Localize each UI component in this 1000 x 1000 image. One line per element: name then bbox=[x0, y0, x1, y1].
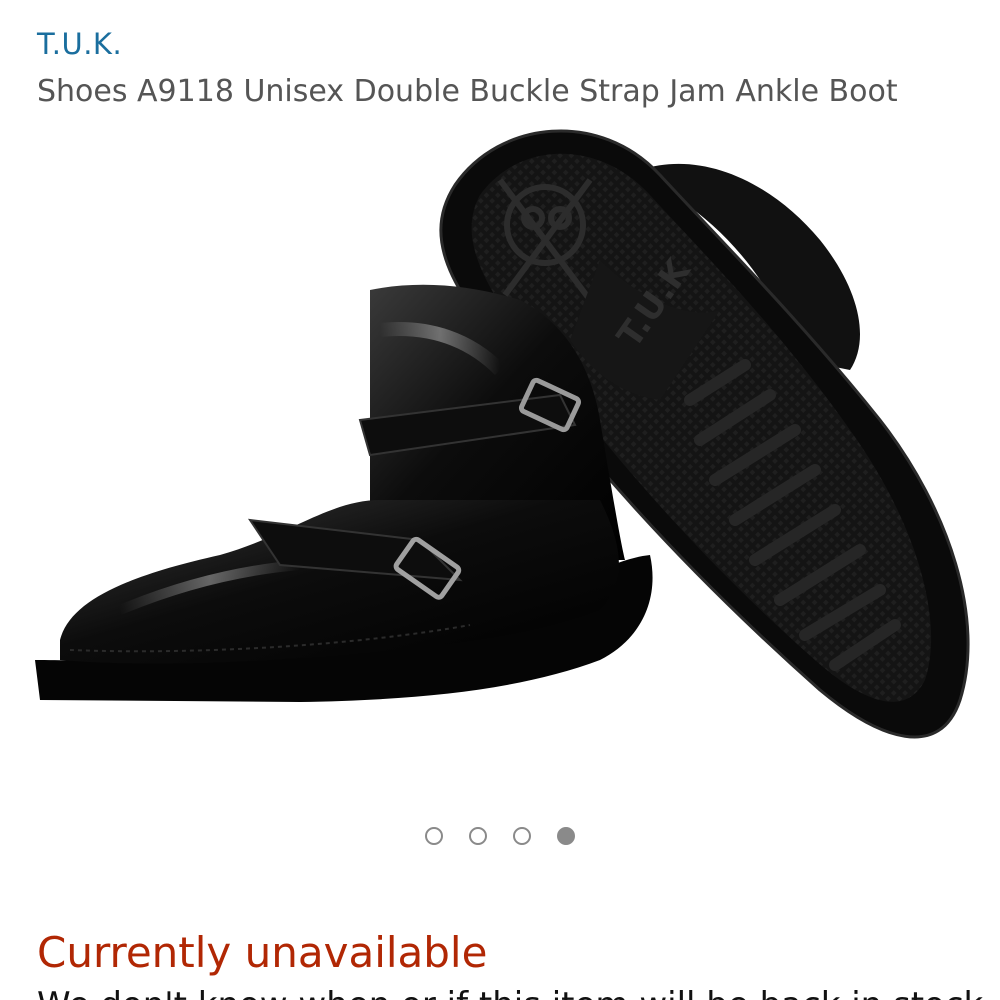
brand-link[interactable]: T.U.K. bbox=[37, 24, 122, 64]
product-image[interactable]: T.U.K bbox=[0, 110, 1000, 810]
availability-status: Currently unavailable bbox=[37, 928, 488, 977]
product-page: T.U.K. Shoes A9118 Unisex Double Buckle … bbox=[0, 0, 1000, 1000]
carousel-dot[interactable] bbox=[557, 827, 575, 845]
product-title: Shoes A9118 Unisex Double Buckle Strap J… bbox=[37, 74, 898, 109]
carousel-dot[interactable] bbox=[469, 827, 487, 845]
availability-note: We don't know when or if this item will … bbox=[37, 982, 994, 1000]
carousel-dot[interactable] bbox=[425, 827, 443, 845]
image-carousel-indicator bbox=[0, 827, 1000, 845]
boot-side-view bbox=[35, 284, 653, 702]
carousel-dot[interactable] bbox=[513, 827, 531, 845]
